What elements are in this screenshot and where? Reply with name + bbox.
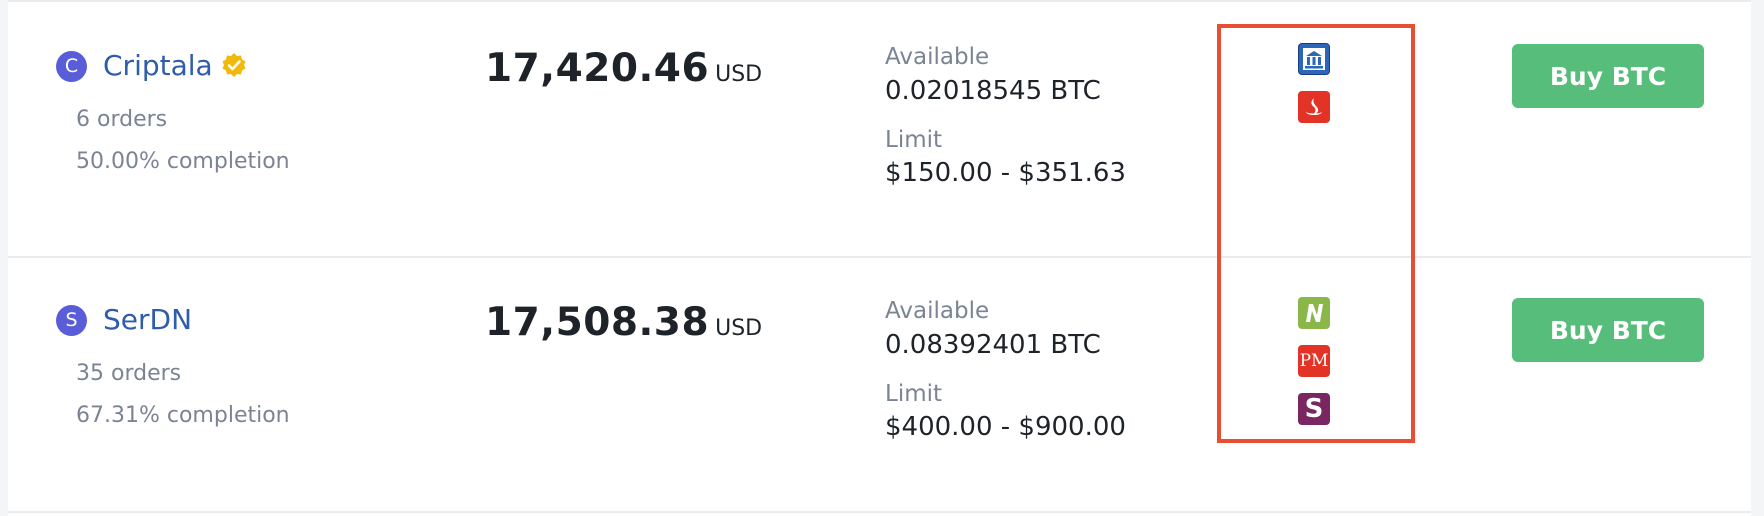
completion-rate: 50.00% completion — [76, 149, 290, 174]
buy-btc-button[interactable]: Buy BTC — [1512, 298, 1704, 362]
available-label: Available — [885, 44, 990, 70]
available-label: Available — [885, 298, 990, 324]
buy-btc-button[interactable]: Buy BTC — [1512, 44, 1704, 108]
merchant-name[interactable]: Criptala — [103, 48, 247, 84]
available-value: 0.08392401 BTC — [885, 330, 1101, 360]
merchant-name-label[interactable]: SerDN — [103, 303, 192, 336]
divider — [8, 511, 1751, 513]
price-currency: USD — [715, 316, 763, 341]
price: 17,508.38 USD — [485, 300, 762, 345]
offer-row: S SerDN 35 orders 67.31% completion 17,5… — [0, 254, 1764, 510]
verified-badge-icon — [221, 51, 247, 77]
limit-label: Limit — [885, 381, 943, 407]
price: 17,420.46 USD — [485, 46, 762, 91]
offer-row: C Criptala 6 orders 50.00% completion 17… — [0, 0, 1764, 256]
payment-methods-highlight — [1217, 24, 1415, 443]
price-value: 17,420.46 — [485, 46, 710, 91]
completion-rate: 67.31% completion — [76, 403, 290, 428]
merchant-name-label[interactable]: Criptala — [103, 49, 213, 82]
price-value: 17,508.38 — [485, 300, 710, 345]
limit-value: $150.00 - $351.63 — [885, 158, 1126, 188]
avatar: C — [56, 51, 87, 82]
orders-count: 35 orders — [76, 361, 182, 386]
available-value: 0.02018545 BTC — [885, 76, 1101, 106]
merchant-name[interactable]: SerDN — [103, 302, 192, 338]
orders-count: 6 orders — [76, 107, 168, 132]
limit-value: $400.00 - $900.00 — [885, 412, 1126, 442]
price-currency: USD — [715, 62, 763, 87]
limit-label: Limit — [885, 127, 943, 153]
avatar: S — [56, 305, 87, 336]
